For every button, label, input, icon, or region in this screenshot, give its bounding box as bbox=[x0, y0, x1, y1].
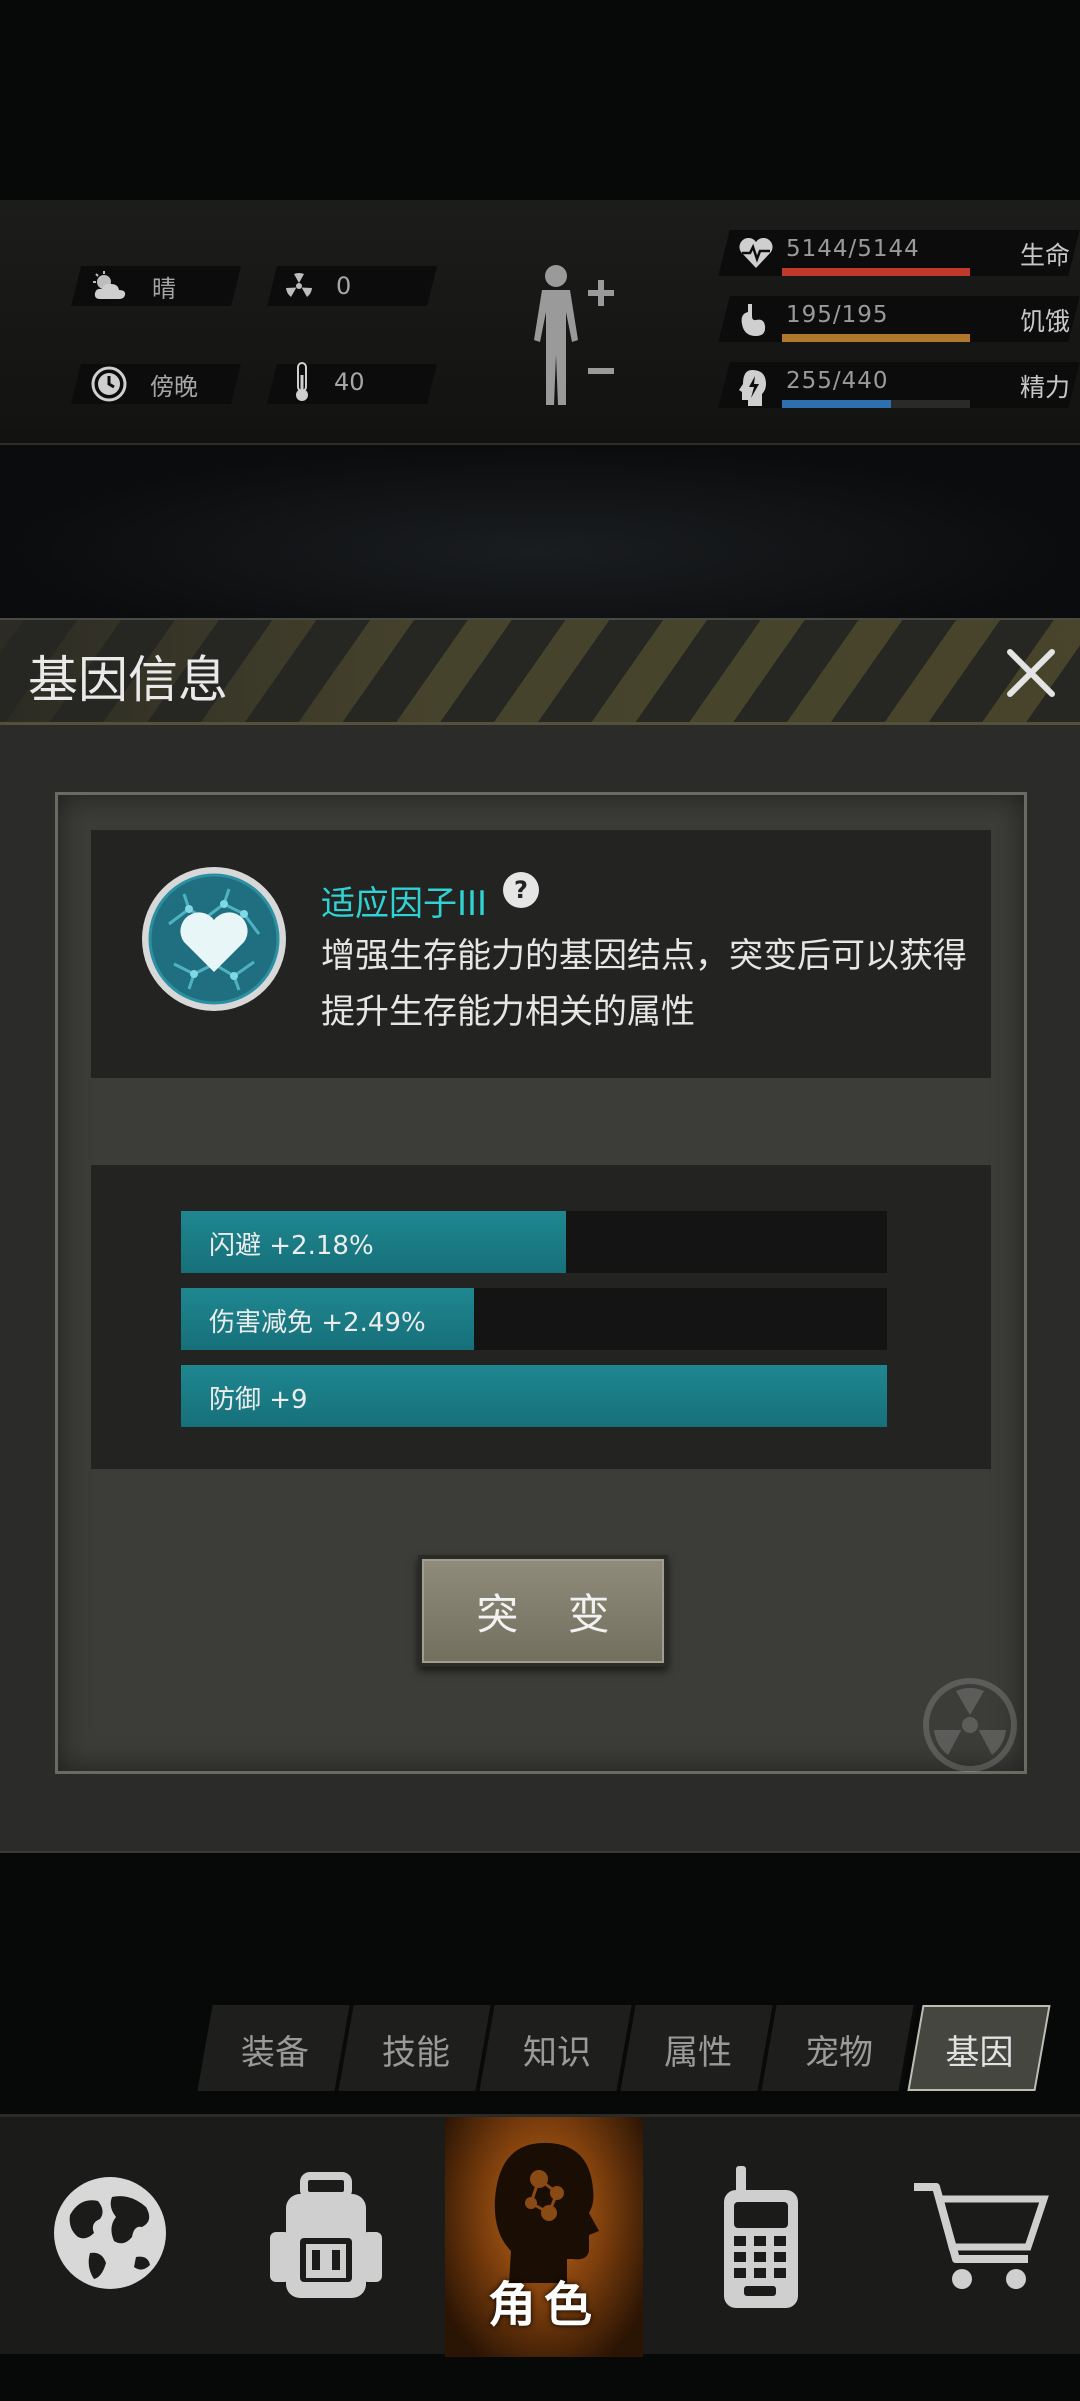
hunger-value: 195/195 bbox=[786, 302, 889, 328]
tab-genes-label: 基因 bbox=[945, 2033, 1014, 2073]
shopping-cart-icon bbox=[914, 2183, 1049, 2289]
nav-backpack[interactable] bbox=[226, 2117, 426, 2357]
svg-text:?: ? bbox=[514, 876, 528, 904]
question-mark-icon: ? bbox=[503, 872, 539, 908]
temperature-chip: 40 bbox=[292, 362, 365, 402]
tab-equipment-label: 装备 bbox=[241, 2033, 309, 2073]
health-label: 生命 bbox=[1019, 241, 1070, 270]
tab-pets-label: 宠物 bbox=[805, 2033, 873, 2073]
body-status-button[interactable] bbox=[520, 260, 620, 414]
close-icon bbox=[1007, 649, 1055, 697]
gene-description: 增强生存能力的基因结点，突变后可以获得提升生存能力相关的属性 bbox=[321, 936, 967, 1032]
nav-world-map[interactable] bbox=[10, 2117, 210, 2357]
close-button[interactable] bbox=[1000, 642, 1062, 708]
hunger-label: 饥饿 bbox=[1019, 307, 1070, 336]
head-lightning-icon bbox=[739, 370, 766, 406]
backpack-icon bbox=[270, 2172, 382, 2298]
mutate-button[interactable]: 突 变 bbox=[418, 1555, 668, 1667]
health-bar bbox=[782, 268, 970, 276]
gene-badge bbox=[139, 864, 289, 1018]
human-body-icon bbox=[534, 265, 614, 405]
thermometer-icon bbox=[296, 362, 308, 401]
attribute-label: 闪避 +2.18% bbox=[209, 1231, 374, 1261]
gene-detail-panel: 适应因子III ? 增强生存能力的基因结点，突变后可以获得提升生存能力相关的属性… bbox=[55, 792, 1027, 1774]
scene-background bbox=[0, 445, 1080, 620]
attribute-row: 防御 +9 bbox=[181, 1365, 887, 1427]
stomach-icon bbox=[741, 304, 766, 336]
weather-text: 晴 bbox=[152, 274, 176, 303]
hunger-stat: 195/195 饥饿 bbox=[730, 298, 1070, 350]
temperature-text: 40 bbox=[334, 368, 365, 396]
status-panel: 晴 0 傍晚 40 5144/5144 生命 195/195 饥饿 255/44… bbox=[0, 200, 1080, 445]
nav-character[interactable]: 角色 bbox=[445, 2117, 643, 2357]
energy-value: 255/440 bbox=[786, 368, 889, 394]
globe-icon bbox=[54, 2177, 166, 2289]
radiation-watermark-icon bbox=[920, 1675, 1020, 1779]
health-stat: 5144/5144 生命 bbox=[730, 232, 1070, 284]
bottom-nav: 角色 bbox=[0, 2114, 1080, 2357]
attribute-label: 防御 +9 bbox=[209, 1385, 308, 1415]
heart-pulse-icon bbox=[739, 237, 773, 268]
nav-shop[interactable] bbox=[880, 2117, 1080, 2357]
gene-name: 适应因子III bbox=[321, 884, 488, 924]
tab-knowledge-label: 知识 bbox=[523, 2033, 591, 2073]
hunger-bar bbox=[782, 334, 970, 342]
heart-gene-icon bbox=[142, 867, 286, 1011]
nav-character-label: 角色 bbox=[487, 2277, 600, 2333]
gene-summary-box: 适应因子III ? 增强生存能力的基因结点，突变后可以获得提升生存能力相关的属性 bbox=[91, 830, 991, 1078]
tab-skills-label: 技能 bbox=[382, 2033, 450, 2073]
attribute-list: 闪避 +2.18% 伤害减免 +2.49% 防御 +9 bbox=[91, 1165, 991, 1469]
energy-stat: 255/440 精力 bbox=[730, 364, 1070, 416]
attribute-row: 闪避 +2.18% bbox=[181, 1211, 887, 1273]
energy-bar bbox=[782, 400, 970, 408]
health-value: 5144/5144 bbox=[786, 236, 920, 262]
radiation-icon bbox=[286, 273, 312, 297]
dialog-title: 基因信息 bbox=[28, 651, 228, 709]
attribute-label: 伤害减免 +2.49% bbox=[209, 1308, 426, 1338]
radiation-chip: 0 bbox=[284, 266, 351, 306]
radiation-text: 0 bbox=[336, 272, 352, 300]
attribute-row: 伤害减免 +2.49% bbox=[181, 1288, 887, 1350]
gene-info-dialog: 基因信息 适应因子III ? 增强生存能力的基因结点，突变后可以获得提升生存能力… bbox=[0, 618, 1080, 1853]
clock-icon bbox=[91, 366, 127, 402]
tab-attributes-label: 属性 bbox=[664, 2033, 732, 2073]
time-chip: 傍晚 bbox=[90, 364, 198, 404]
energy-label: 精力 bbox=[1019, 373, 1070, 402]
help-button[interactable]: ? bbox=[501, 870, 541, 914]
time-text: 傍晚 bbox=[150, 372, 198, 401]
cloud-sun-icon bbox=[93, 271, 126, 299]
walkie-talkie-icon bbox=[724, 2166, 798, 2308]
nav-radio[interactable] bbox=[660, 2117, 860, 2357]
character-sub-tabs: 装备 技能 知识 属性 宠物 基因 bbox=[0, 2005, 1080, 2091]
weather-chip: 晴 bbox=[90, 266, 176, 306]
